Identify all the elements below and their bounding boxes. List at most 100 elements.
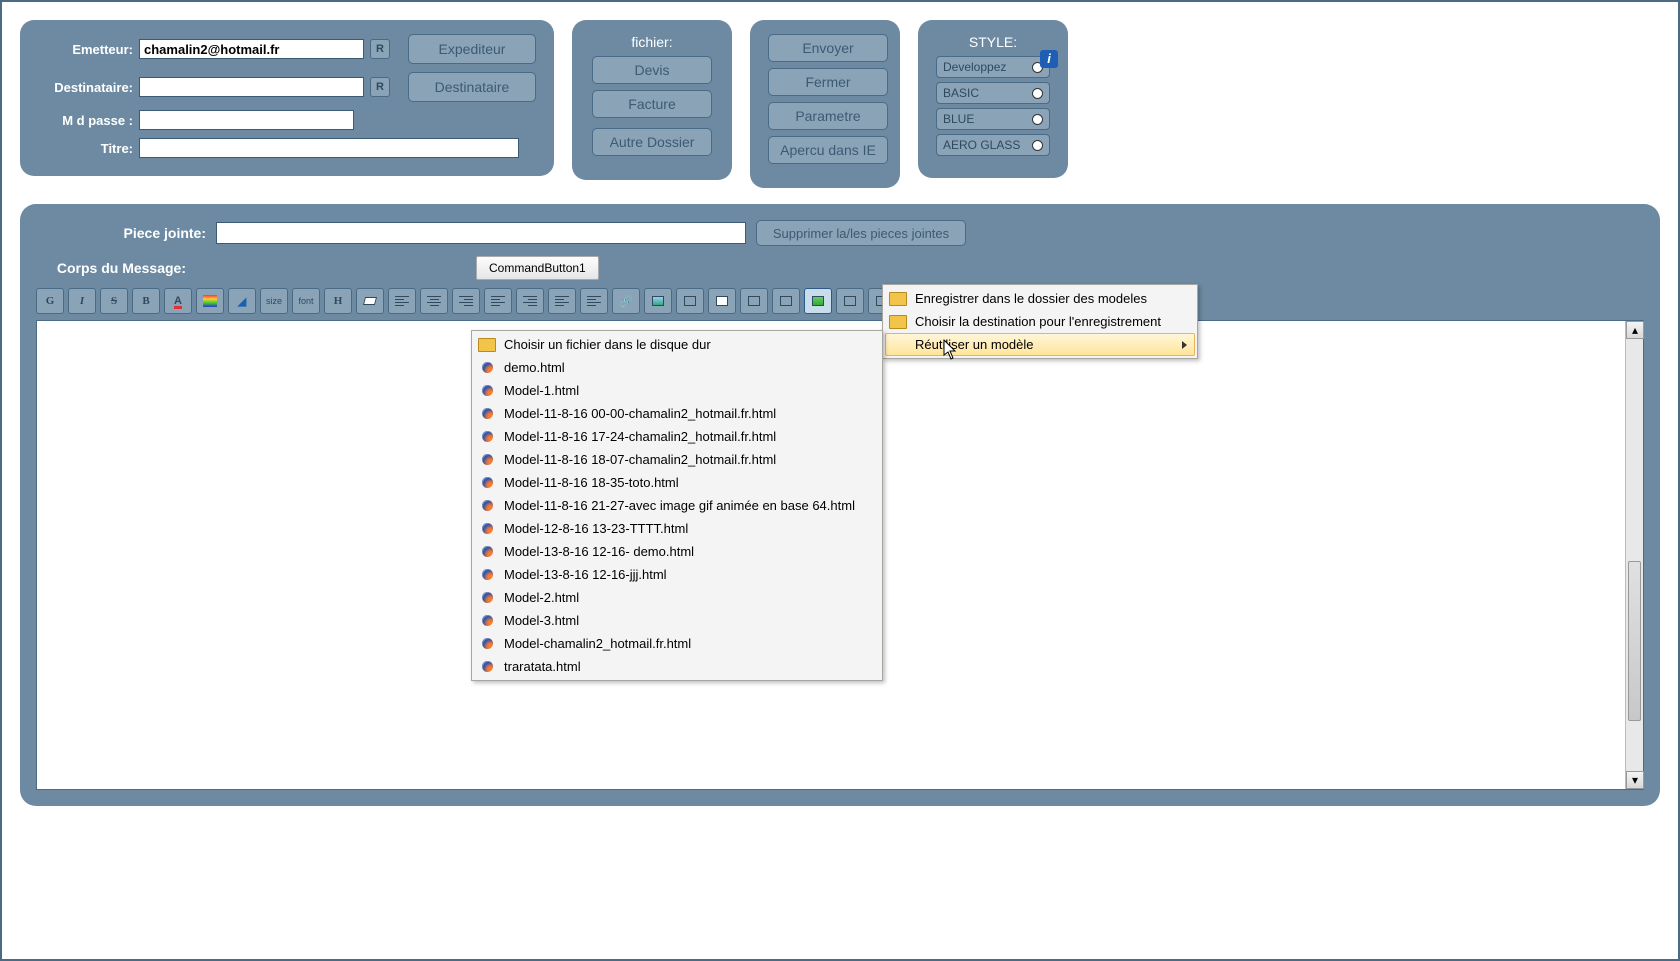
- strike-button[interactable]: S: [100, 288, 128, 314]
- style-blue[interactable]: BLUE: [936, 108, 1050, 130]
- font-family-button[interactable]: font: [292, 288, 320, 314]
- html-icon: [476, 428, 498, 446]
- parametre-button[interactable]: Parametre: [768, 102, 888, 130]
- eraser-button[interactable]: [356, 288, 384, 314]
- html-icon: [476, 359, 498, 377]
- style-aero-glass[interactable]: AERO GLASS: [936, 134, 1050, 156]
- apercu-button[interactable]: Apercu dans IE: [768, 136, 888, 164]
- heading-button[interactable]: H: [324, 288, 352, 314]
- facture-button[interactable]: Facture: [592, 90, 712, 118]
- fichier-title: fichier:: [590, 34, 714, 50]
- folder-icon: [887, 313, 909, 331]
- label-emetteur: Emetteur:: [38, 42, 133, 57]
- align-left-button[interactable]: [388, 288, 416, 314]
- autre-dossier-button[interactable]: Autre Dossier: [592, 128, 712, 156]
- submenu-item-label: Model-chamalin2_hotmail.fr.html: [504, 636, 872, 651]
- save-template-context-menu: Enregistrer dans le dossier des modeles C…: [882, 284, 1198, 359]
- submenu-item-label: Model-11-8-16 18-07-chamalin2_hotmail.fr…: [504, 452, 872, 467]
- html-icon: [476, 543, 498, 561]
- radio-icon: [1032, 114, 1043, 125]
- expediteur-button[interactable]: Expediteur: [408, 34, 536, 64]
- scroll-down-button[interactable]: ▾: [1626, 771, 1644, 789]
- emetteur-r-button[interactable]: R: [370, 39, 390, 59]
- submenu-item[interactable]: Model-3.html: [474, 609, 880, 632]
- destinataire-button[interactable]: Destinataire: [408, 72, 536, 102]
- list-number-button[interactable]: [580, 288, 608, 314]
- submenu-item[interactable]: Model-11-8-16 21-27-avec image gif animé…: [474, 494, 880, 517]
- submenu-item[interactable]: Choisir un fichier dans le disque dur: [474, 333, 880, 356]
- delete-attachment-button[interactable]: Supprimer la/les pieces jointes: [756, 220, 966, 246]
- submenu-item[interactable]: Model-1.html: [474, 379, 880, 402]
- extra1-button[interactable]: [836, 288, 864, 314]
- submenu-item[interactable]: Model-13-8-16 12-16- demo.html: [474, 540, 880, 563]
- submenu-item[interactable]: demo.html: [474, 356, 880, 379]
- submenu-item-label: Model-1.html: [504, 383, 872, 398]
- align-center-button[interactable]: [420, 288, 448, 314]
- bold-b-button[interactable]: B: [132, 288, 160, 314]
- insert-rect3-button[interactable]: [772, 288, 800, 314]
- submenu-item-label: Model-11-8-16 18-35-toto.html: [504, 475, 872, 490]
- indent-increase-button[interactable]: [516, 288, 544, 314]
- html-icon: [476, 520, 498, 538]
- radio-icon: [1032, 88, 1043, 99]
- actions-panel: Envoyer Fermer Parametre Apercu dans IE: [750, 20, 900, 188]
- html-icon: [476, 566, 498, 584]
- submenu-item[interactable]: Model-11-8-16 00-00-chamalin2_hotmail.fr…: [474, 402, 880, 425]
- insert-image-button[interactable]: [644, 288, 672, 314]
- scroll-up-button[interactable]: ▴: [1626, 321, 1644, 339]
- submenu-item-label: Model-11-8-16 17-24-chamalin2_hotmail.fr…: [504, 429, 872, 444]
- direction-button[interactable]: ◢: [228, 288, 256, 314]
- bold-g-button[interactable]: G: [36, 288, 64, 314]
- align-right-button[interactable]: [452, 288, 480, 314]
- emetteur-input[interactable]: [139, 39, 364, 59]
- font-size-button[interactable]: size: [260, 288, 288, 314]
- menu-item[interactable]: Enregistrer dans le dossier des modeles: [885, 287, 1195, 310]
- font-color-a-button[interactable]: A: [164, 288, 192, 314]
- insert-rect2-button[interactable]: [740, 288, 768, 314]
- insert-rect1-button[interactable]: [676, 288, 704, 314]
- save-template-button[interactable]: [804, 288, 832, 314]
- list-bullet-button[interactable]: [548, 288, 576, 314]
- password-input[interactable]: [139, 110, 354, 130]
- command-button-1[interactable]: CommandButton1: [476, 256, 599, 280]
- info-icon[interactable]: i: [1040, 50, 1058, 68]
- html-icon: [476, 658, 498, 676]
- submenu-item-label: Model-11-8-16 00-00-chamalin2_hotmail.fr…: [504, 406, 872, 421]
- html-icon: [476, 612, 498, 630]
- italic-button[interactable]: I: [68, 288, 96, 314]
- submenu-item[interactable]: Model-2.html: [474, 586, 880, 609]
- menu-item[interactable]: Réutiliser un modèle: [885, 333, 1195, 356]
- style-basic[interactable]: BASIC: [936, 82, 1050, 104]
- insert-link-button[interactable]: 🔗: [612, 288, 640, 314]
- submenu-item-label: demo.html: [504, 360, 872, 375]
- submenu-item[interactable]: Model-12-8-16 13-23-TTTT.html: [474, 517, 880, 540]
- menu-item[interactable]: Choisir la destination pour l'enregistre…: [885, 310, 1195, 333]
- vertical-scrollbar[interactable]: ▴ ▾: [1625, 321, 1643, 789]
- scroll-thumb[interactable]: [1628, 561, 1641, 721]
- submenu-item-label: Model-11-8-16 21-27-avec image gif animé…: [504, 498, 872, 513]
- titre-input[interactable]: [139, 138, 519, 158]
- style-title: STYLE:: [936, 34, 1050, 50]
- submenu-item[interactable]: Model-11-8-16 18-07-chamalin2_hotmail.fr…: [474, 448, 880, 471]
- insert-table-button[interactable]: [708, 288, 736, 314]
- destinataire-r-button[interactable]: R: [370, 77, 390, 97]
- radio-icon: [1032, 140, 1043, 151]
- blank-icon: [887, 336, 909, 354]
- highlight-color-button[interactable]: [196, 288, 224, 314]
- devis-button[interactable]: Devis: [592, 56, 712, 84]
- indent-decrease-button[interactable]: [484, 288, 512, 314]
- submenu-item[interactable]: Model-13-8-16 12-16-jjj.html: [474, 563, 880, 586]
- style-developpez[interactable]: Developpez: [936, 56, 1050, 78]
- submenu-item[interactable]: traratata.html: [474, 655, 880, 678]
- submenu-item[interactable]: Model-11-8-16 18-35-toto.html: [474, 471, 880, 494]
- submenu-item[interactable]: Model-chamalin2_hotmail.fr.html: [474, 632, 880, 655]
- envoyer-button[interactable]: Envoyer: [768, 34, 888, 62]
- destinataire-input[interactable]: [139, 77, 364, 97]
- attachment-input[interactable]: [216, 222, 746, 244]
- fermer-button[interactable]: Fermer: [768, 68, 888, 96]
- submenu-item[interactable]: Model-11-8-16 17-24-chamalin2_hotmail.fr…: [474, 425, 880, 448]
- html-icon: [476, 474, 498, 492]
- editor-toolbar: GISBA ◢sizefontH 🔗: [36, 288, 1644, 314]
- folder-icon: [887, 290, 909, 308]
- menu-item-label: Enregistrer dans le dossier des modeles: [915, 291, 1187, 306]
